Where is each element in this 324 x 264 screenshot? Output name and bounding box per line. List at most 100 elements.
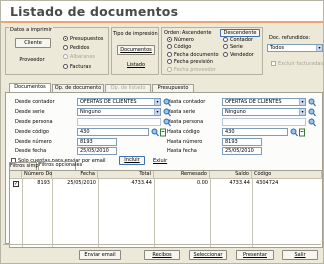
search-icon[interactable] — [163, 118, 171, 127]
search-icon[interactable] — [290, 128, 298, 137]
grid-column-divider — [154, 179, 155, 247]
send-email-button[interactable]: Enviar email — [79, 250, 121, 260]
exclude-button[interactable]: Exluir — [153, 158, 167, 164]
to-date-input[interactable]: 25/05/2010 — [222, 147, 262, 155]
order-radio-left-1[interactable]: Código — [167, 44, 191, 50]
documents-button[interactable]: Documentos — [117, 45, 155, 55]
grid-header-code[interactable]: Código — [252, 171, 322, 179]
search-icon[interactable] — [163, 108, 171, 117]
row-checkbox[interactable]: ✓ — [13, 181, 19, 187]
cell-date: 25/05/2010 — [67, 180, 96, 186]
chevron-down-icon: ▾ — [154, 99, 160, 105]
receipts-button[interactable]: Recibos — [144, 250, 180, 260]
contact-card-icon[interactable] — [160, 128, 166, 137]
order-radio-left-1-label: Código — [174, 44, 192, 51]
radio-indicator — [167, 44, 172, 50]
radio-indicator — [223, 44, 228, 50]
ascending-label[interactable]: Ascendente — [182, 30, 211, 36]
from-number-input[interactable]: 8193 — [77, 138, 117, 146]
search-icon[interactable] — [308, 118, 316, 127]
order-radio-left-4[interactable]: Fecha proveedor — [167, 66, 216, 73]
radio-indicator — [223, 51, 228, 57]
order-radio-left-3[interactable]: Fecha previsión — [167, 59, 213, 65]
search-icon[interactable] — [308, 98, 316, 107]
order-radio-left-4-label: Fecha proveedor — [174, 66, 216, 73]
from-date-input[interactable]: 25/05/2010 — [77, 147, 117, 155]
from-person-label: Desde persona — [15, 119, 53, 125]
to-number-label: Hasta número — [167, 139, 203, 145]
radio-indicator — [167, 51, 172, 57]
cell-balance: 4733.44 — [229, 180, 250, 186]
data-to-print-group: Datos a imprimir — [5, 27, 109, 75]
radio-indicator — [63, 36, 68, 41]
filter-tab-0[interactable]: Filtros simples — [9, 162, 46, 170]
to-person-input[interactable] — [222, 118, 306, 126]
grid-header-total[interactable]: Total — [98, 171, 154, 179]
descending-button[interactable]: Descendente — [220, 29, 260, 37]
order-radio-right-0[interactable]: Contador — [223, 37, 253, 43]
filter-tab-1[interactable]: Filtros opcionales — [38, 161, 82, 170]
order-radio-left-0[interactable]: Número — [167, 37, 194, 43]
radio-indicator — [63, 64, 68, 69]
tab-2[interactable]: Op. de listado — [105, 84, 151, 92]
order-radio-left-0-label: Número — [174, 37, 194, 43]
grid-header-remitted[interactable]: Remesado — [154, 171, 210, 179]
tab-1[interactable]: Op. de documento — [52, 84, 104, 92]
grid-column-divider — [98, 179, 99, 247]
order-radio-right-1-label: Serie — [230, 44, 243, 51]
exclude-invoiced-checkbox[interactable]: Excluir facturadas — [271, 61, 323, 67]
from-code-input[interactable]: 430 — [77, 128, 149, 136]
tab-3[interactable]: Presupuesto — [152, 84, 194, 92]
to-series-select[interactable]: Ninguno ▾ — [222, 108, 306, 116]
contact-card-icon[interactable] — [299, 128, 305, 137]
to-series-label: Hasta serie — [167, 109, 196, 115]
supplier-button[interactable]: Proveedor — [11, 55, 53, 65]
to-counter-select[interactable]: OFERTAS DE CLIENTES ▾ — [222, 98, 306, 106]
order-radio-right-2-label: Vendedor — [230, 51, 254, 58]
print-type-label: Tipo de impresión — [113, 31, 158, 37]
radio-indicator — [223, 37, 228, 42]
radio-indicator — [167, 37, 172, 42]
to-date-label: Hasta fecha — [167, 148, 197, 154]
order-radio-left-2[interactable]: Fecha documento — [167, 51, 219, 58]
search-icon[interactable] — [151, 128, 159, 137]
grid-column-divider — [52, 179, 53, 247]
refunded-label: Doc. refundidos: — [269, 35, 311, 41]
include-button[interactable]: Incluir — [119, 156, 145, 165]
order-label: Orden: — [164, 30, 182, 36]
order-radio-right-1[interactable]: Serie — [223, 44, 243, 50]
tab-0[interactable]: Documentos — [9, 83, 51, 92]
radio-indicator — [63, 45, 68, 50]
from-counter-select[interactable]: OFERTAS DE CLIENTES ▾ — [77, 98, 161, 106]
from-series-select[interactable]: Ninguno ▾ — [77, 108, 161, 116]
doc-type-radio-3[interactable]: Facturas — [63, 64, 91, 70]
exit-button[interactable]: Salir — [282, 250, 318, 260]
client-button[interactable]: Cliente — [15, 38, 51, 48]
select-button[interactable]: Seleccionar — [189, 250, 227, 260]
from-series-label: Desde serie — [15, 109, 45, 115]
cell-code: 4304724 — [256, 180, 279, 186]
order-radio-right-2[interactable]: Vendedor — [223, 51, 254, 58]
search-icon[interactable] — [308, 108, 316, 117]
radio-indicator — [63, 54, 68, 59]
doc-type-radio-2[interactable]: Albaranes — [63, 54, 95, 60]
list-button[interactable]: Listado — [117, 60, 155, 70]
search-icon[interactable] — [163, 98, 171, 107]
to-number-input[interactable]: 8193 — [222, 138, 262, 146]
doc-type-radio-2-label: Albaranes — [70, 54, 96, 60]
grid-header-number[interactable]: Número Doc. — [22, 171, 57, 179]
doc-type-radio-0[interactable]: Presupuestos — [63, 36, 103, 42]
present-button[interactable]: Presentar — [236, 250, 274, 260]
doc-type-radio-1[interactable]: Pedidos — [63, 45, 89, 51]
from-number-label: Desde número — [15, 139, 52, 145]
order-radio-left-2-label: Fecha documento — [174, 51, 219, 58]
documents-grid: Número Doc. Fecha Total Remesado Saldo C… — [9, 170, 323, 248]
order-radio-left-3-label: Fecha previsión — [174, 59, 214, 66]
to-code-input[interactable]: 430 — [222, 128, 288, 136]
from-person-input[interactable] — [77, 118, 161, 126]
grid-header-date[interactable]: Fecha — [52, 171, 98, 179]
refunded-select[interactable]: Todos ▾ — [267, 44, 323, 52]
cell-total: 4733.44 — [131, 180, 152, 186]
doc-type-radio-3-label: Facturas — [70, 64, 92, 70]
grid-header-balance[interactable]: Saldo — [210, 171, 252, 179]
